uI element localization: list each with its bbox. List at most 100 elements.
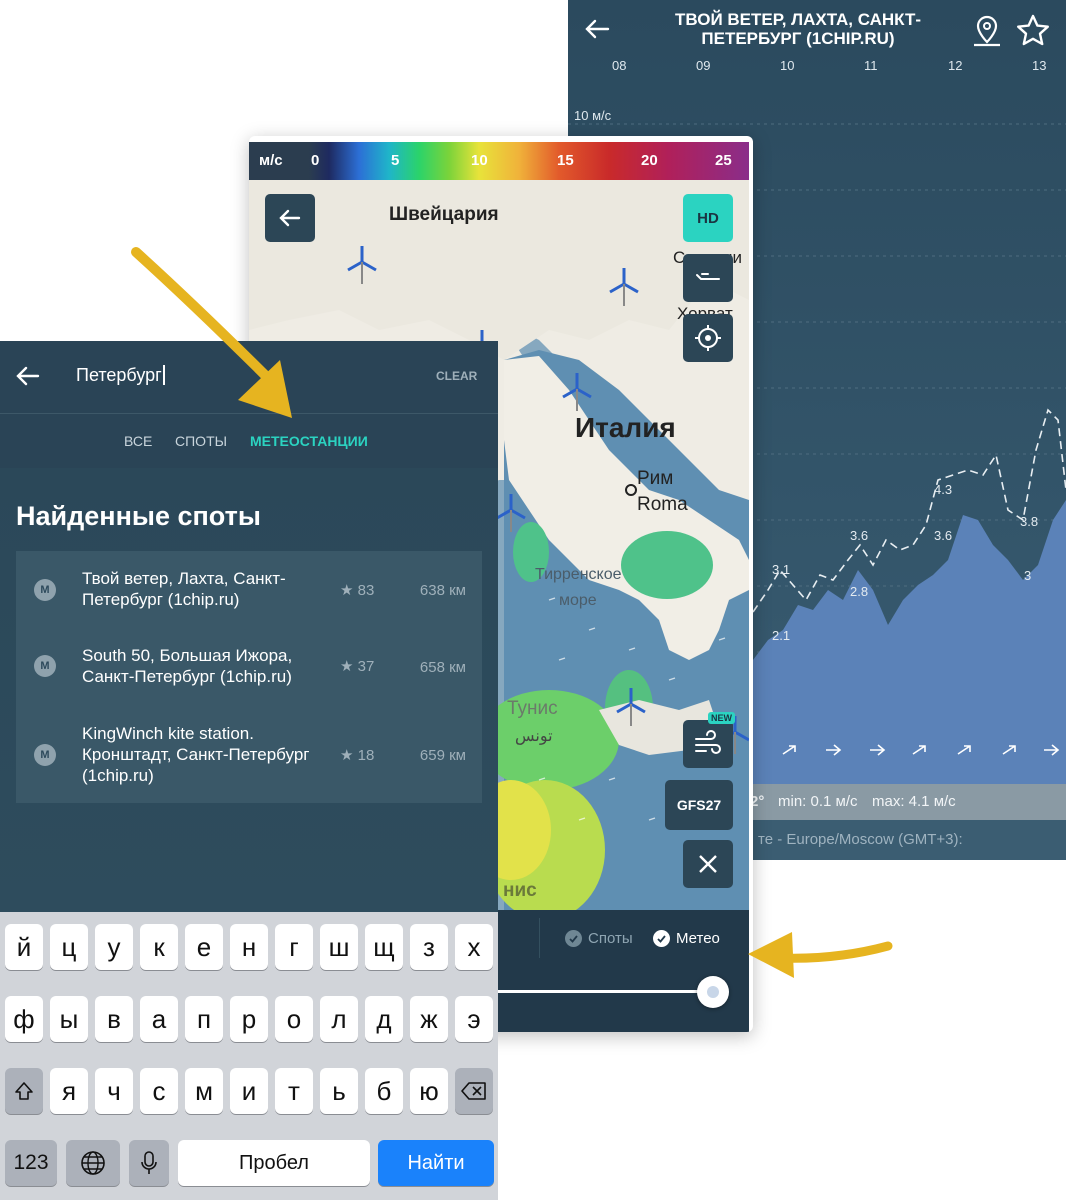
key[interactable]: д [365,996,403,1042]
city-dot [625,484,637,496]
legend-tick: 0 [311,152,320,169]
key[interactable]: п [185,996,223,1042]
crosshair-icon [695,325,721,351]
key[interactable]: с [140,1068,178,1114]
key[interactable]: г [275,924,313,970]
key[interactable]: м [185,1068,223,1114]
key[interactable]: у [95,924,133,970]
layers-button[interactable] [683,254,733,302]
key[interactable]: ч [95,1068,133,1114]
key[interactable]: ш [320,924,358,970]
key[interactable]: ы [50,996,88,1042]
map-label-tunisia: нис [503,880,537,901]
key[interactable]: о [275,996,313,1042]
key[interactable]: и [230,1068,268,1114]
legend-tick: 5 [391,152,400,169]
results-title: Найденные споты [16,501,261,531]
tab-all[interactable]: ВСЕ [124,433,152,449]
hd-toggle[interactable]: HD [683,194,733,242]
key[interactable]: ь [320,1068,358,1114]
map-label-rome: Рим [637,468,674,489]
key[interactable]: р [230,996,268,1042]
key[interactable]: щ [365,924,403,970]
point-label: 3.8 [1020,514,1038,529]
key[interactable]: ф [5,996,43,1042]
filter-spots[interactable]: Споты [565,930,633,947]
backspace-key[interactable] [455,1068,493,1114]
point-label: 3.1 [772,562,790,577]
key[interactable]: а [140,996,178,1042]
annotation-arrow-meteo [748,932,893,978]
map-label-italy: Италия [575,412,676,443]
results-card: M Твой ветер, Лахта, Санкт-Петербург (1c… [16,551,482,803]
result-distance: 658 км [419,659,466,676]
key[interactable]: б [365,1068,403,1114]
globe-key[interactable] [66,1140,120,1186]
point-label: 2.8 [850,584,868,599]
result-distance: 638 км [419,582,466,599]
result-row[interactable]: M Твой ветер, Лахта, Санкт-Петербург (1c… [16,551,482,629]
locate-button[interactable] [683,314,733,362]
key[interactable]: н [230,924,268,970]
result-rating: ★ 18 [340,747,375,764]
key[interactable]: т [275,1068,313,1114]
separator [539,918,540,958]
point-label: 3.6 [850,528,868,543]
new-badge: NEW [708,712,735,724]
space-key[interactable]: Пробел [178,1140,370,1186]
station-badge: M [34,744,56,766]
result-row[interactable]: M KingWinch kite station. Кронштадт, Сан… [16,707,482,803]
globe-icon [81,1151,105,1175]
filter-meteo-label: Метео [676,930,720,947]
key[interactable]: ж [410,996,448,1042]
result-row[interactable]: M South 50, Большая Ижора, Санкт-Петербу… [16,629,482,707]
map-label-tunis-arabic: تونس [515,728,553,745]
numbers-key[interactable]: 123 [5,1140,57,1186]
result-distance: 659 км [419,747,466,764]
key[interactable]: в [95,996,133,1042]
annotation-arrow-tabs [131,247,292,418]
map-label-sea: море [559,592,597,609]
map-label-tunis: Тунис [507,698,558,719]
tab-weather-stations[interactable]: МЕТЕОСТАНЦИИ [250,433,368,449]
shift-key[interactable] [5,1068,43,1114]
legend-unit: м/с [259,152,283,169]
map-label-tyrrhenian: Тирренское [535,566,622,583]
time-slider-handle[interactable] [697,976,729,1008]
model-button[interactable]: GFS27 [665,780,733,830]
point-label: 3.6 [934,528,952,543]
back-arrow-icon [279,209,301,227]
tab-spots[interactable]: СПОТЫ [175,433,227,449]
key[interactable]: л [320,996,358,1042]
legend-tick: 15 [557,152,574,169]
onscreen-keyboard: й ц у к е н г ш щ з х ф ы в а п р о л д … [0,912,498,1200]
close-button[interactable] [683,840,733,888]
station-badge: M [34,655,56,677]
back-button[interactable] [265,194,315,242]
check-icon [653,930,670,947]
legend-tick: 10 [471,152,488,169]
key[interactable]: й [5,924,43,970]
backspace-icon [461,1082,486,1100]
point-label: 4.3 [934,482,952,497]
key[interactable]: я [50,1068,88,1114]
search-submit-key[interactable]: Найти [378,1140,494,1186]
result-name: Твой ветер, Лахта, Санкт-Петербург (1chi… [82,569,286,609]
filter-meteo[interactable]: Метео [653,930,720,947]
key[interactable]: к [140,924,178,970]
stat-max: max: 4.1 м/с [872,793,956,810]
microphone-key[interactable] [129,1140,169,1186]
map-label-switzerland: Швейцария [389,204,499,225]
point-label: 3 [1024,568,1031,583]
wave-layer-icon [696,273,720,280]
key[interactable]: з [410,924,448,970]
clear-button[interactable]: CLEAR [436,369,477,383]
check-icon [565,930,582,947]
key[interactable]: ю [410,1068,448,1114]
key[interactable]: э [455,996,493,1042]
key[interactable]: х [455,924,493,970]
key[interactable]: ц [50,924,88,970]
key[interactable]: е [185,924,223,970]
back-arrow-icon[interactable] [14,362,42,395]
wind-animation-button[interactable]: NEW [683,712,735,768]
